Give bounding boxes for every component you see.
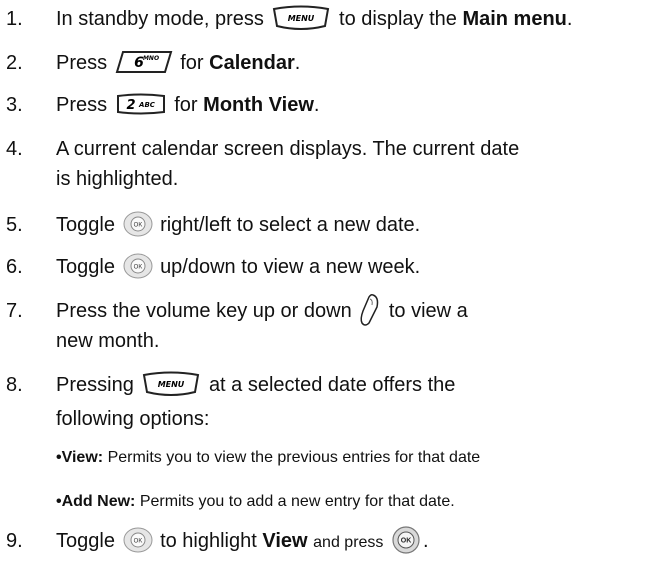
step-end: . [313,94,320,116]
step-end: . [566,8,573,30]
navigation-key-icon: OK [123,253,153,279]
step-number: 5. [6,214,23,236]
option-text: Permits you to add a new entry for that … [139,493,455,510]
step-bold: Calendar [209,52,295,74]
option-label: •View: [56,449,104,466]
step-text: Pressing MENU at a selected date offers … [56,370,455,400]
step-text-b: to display the [339,8,457,30]
step-text-a: Toggle [56,256,115,278]
step-number: 7. [6,300,23,322]
step-number: 3. [6,94,23,116]
step-text-line2: following options: [56,408,210,430]
two-key-sublabel: ABC [138,101,156,109]
option-add-new: •Add New: Permits you to add a new entry… [56,490,455,514]
step-text-a: Press the volume key up or down [56,300,352,322]
step-text-c: and press [313,534,384,551]
volume-key-icon [359,293,381,327]
step-end: . [294,52,301,74]
ok-key-label: OK [401,537,412,544]
navigation-key-icon: OK [123,527,153,553]
two-key-icon: 2 ABC [115,92,167,116]
step-number: 6. [6,256,23,278]
step-text: Press 2 ABC for Month View. [56,90,319,120]
nav-ok-label: OK [133,264,142,270]
step-text-line1: A current calendar screen displays. The … [56,138,520,160]
step-text: Toggle OK right/left to select a new dat… [56,210,420,240]
step-text-a: In standby mode, press [56,8,264,30]
step-text-b: up/down to view a new week. [160,256,421,278]
step-text-line2: new month. [56,330,160,352]
step-text-b: right/left to select a new date. [160,214,421,236]
nav-ok-label: OK [133,222,142,228]
instructions-page: 1. In standby mode, press MENU to displa… [0,0,653,563]
step-text: In standby mode, press MENU to display t… [56,4,572,34]
step-bold: Month View [203,94,314,116]
option-view: •View: Permits you to view the previous … [56,446,480,470]
step-text-b: at a selected date offers the [208,374,456,396]
step-text: Toggle OK up/down to view a new week. [56,252,420,282]
step-text-b: to highlight [160,530,257,552]
menu-key-icon: MENU [141,370,201,398]
step-text-a: Pressing [56,374,134,396]
option-text: Permits you to view the previous entries… [107,449,481,466]
option-label: •Add New: [56,493,136,510]
step-number: 9. [6,530,23,552]
menu-key-label: MENU [288,14,315,23]
step-bold: Main menu [462,8,567,30]
step-number: 4. [6,138,23,160]
step-text-b: for [180,52,204,74]
step-text-b: to view a [388,300,468,322]
step-text-a: Toggle [56,214,115,236]
step-text: Press 6 MNO for Calendar. [56,48,300,78]
step-text: Press the volume key up or down to view … [56,293,468,327]
step-text-line2: is highlighted. [56,168,179,190]
step-text: Toggle OK to highlight View and press OK… [56,526,429,558]
two-key-label: 2 [126,98,135,113]
step-text-a: Press [56,94,108,116]
navigation-key-icon: OK [123,211,153,237]
step-end: . [422,530,429,552]
step-number: 1. [6,8,23,30]
step-bold: View [262,530,308,552]
six-key-sublabel: MNO [143,55,159,62]
menu-key-icon: MENU [271,4,331,32]
step-number: 8. [6,374,23,396]
nav-ok-label: OK [133,538,142,544]
step-number: 2. [6,52,23,74]
step-text-a: Toggle [56,530,115,552]
step-text-b: for [174,94,198,116]
six-key-icon: 6 MNO [115,49,173,75]
step-text-a: Press [56,52,108,74]
ok-key-icon: OK [391,526,421,554]
menu-key-label: MENU [158,380,185,389]
